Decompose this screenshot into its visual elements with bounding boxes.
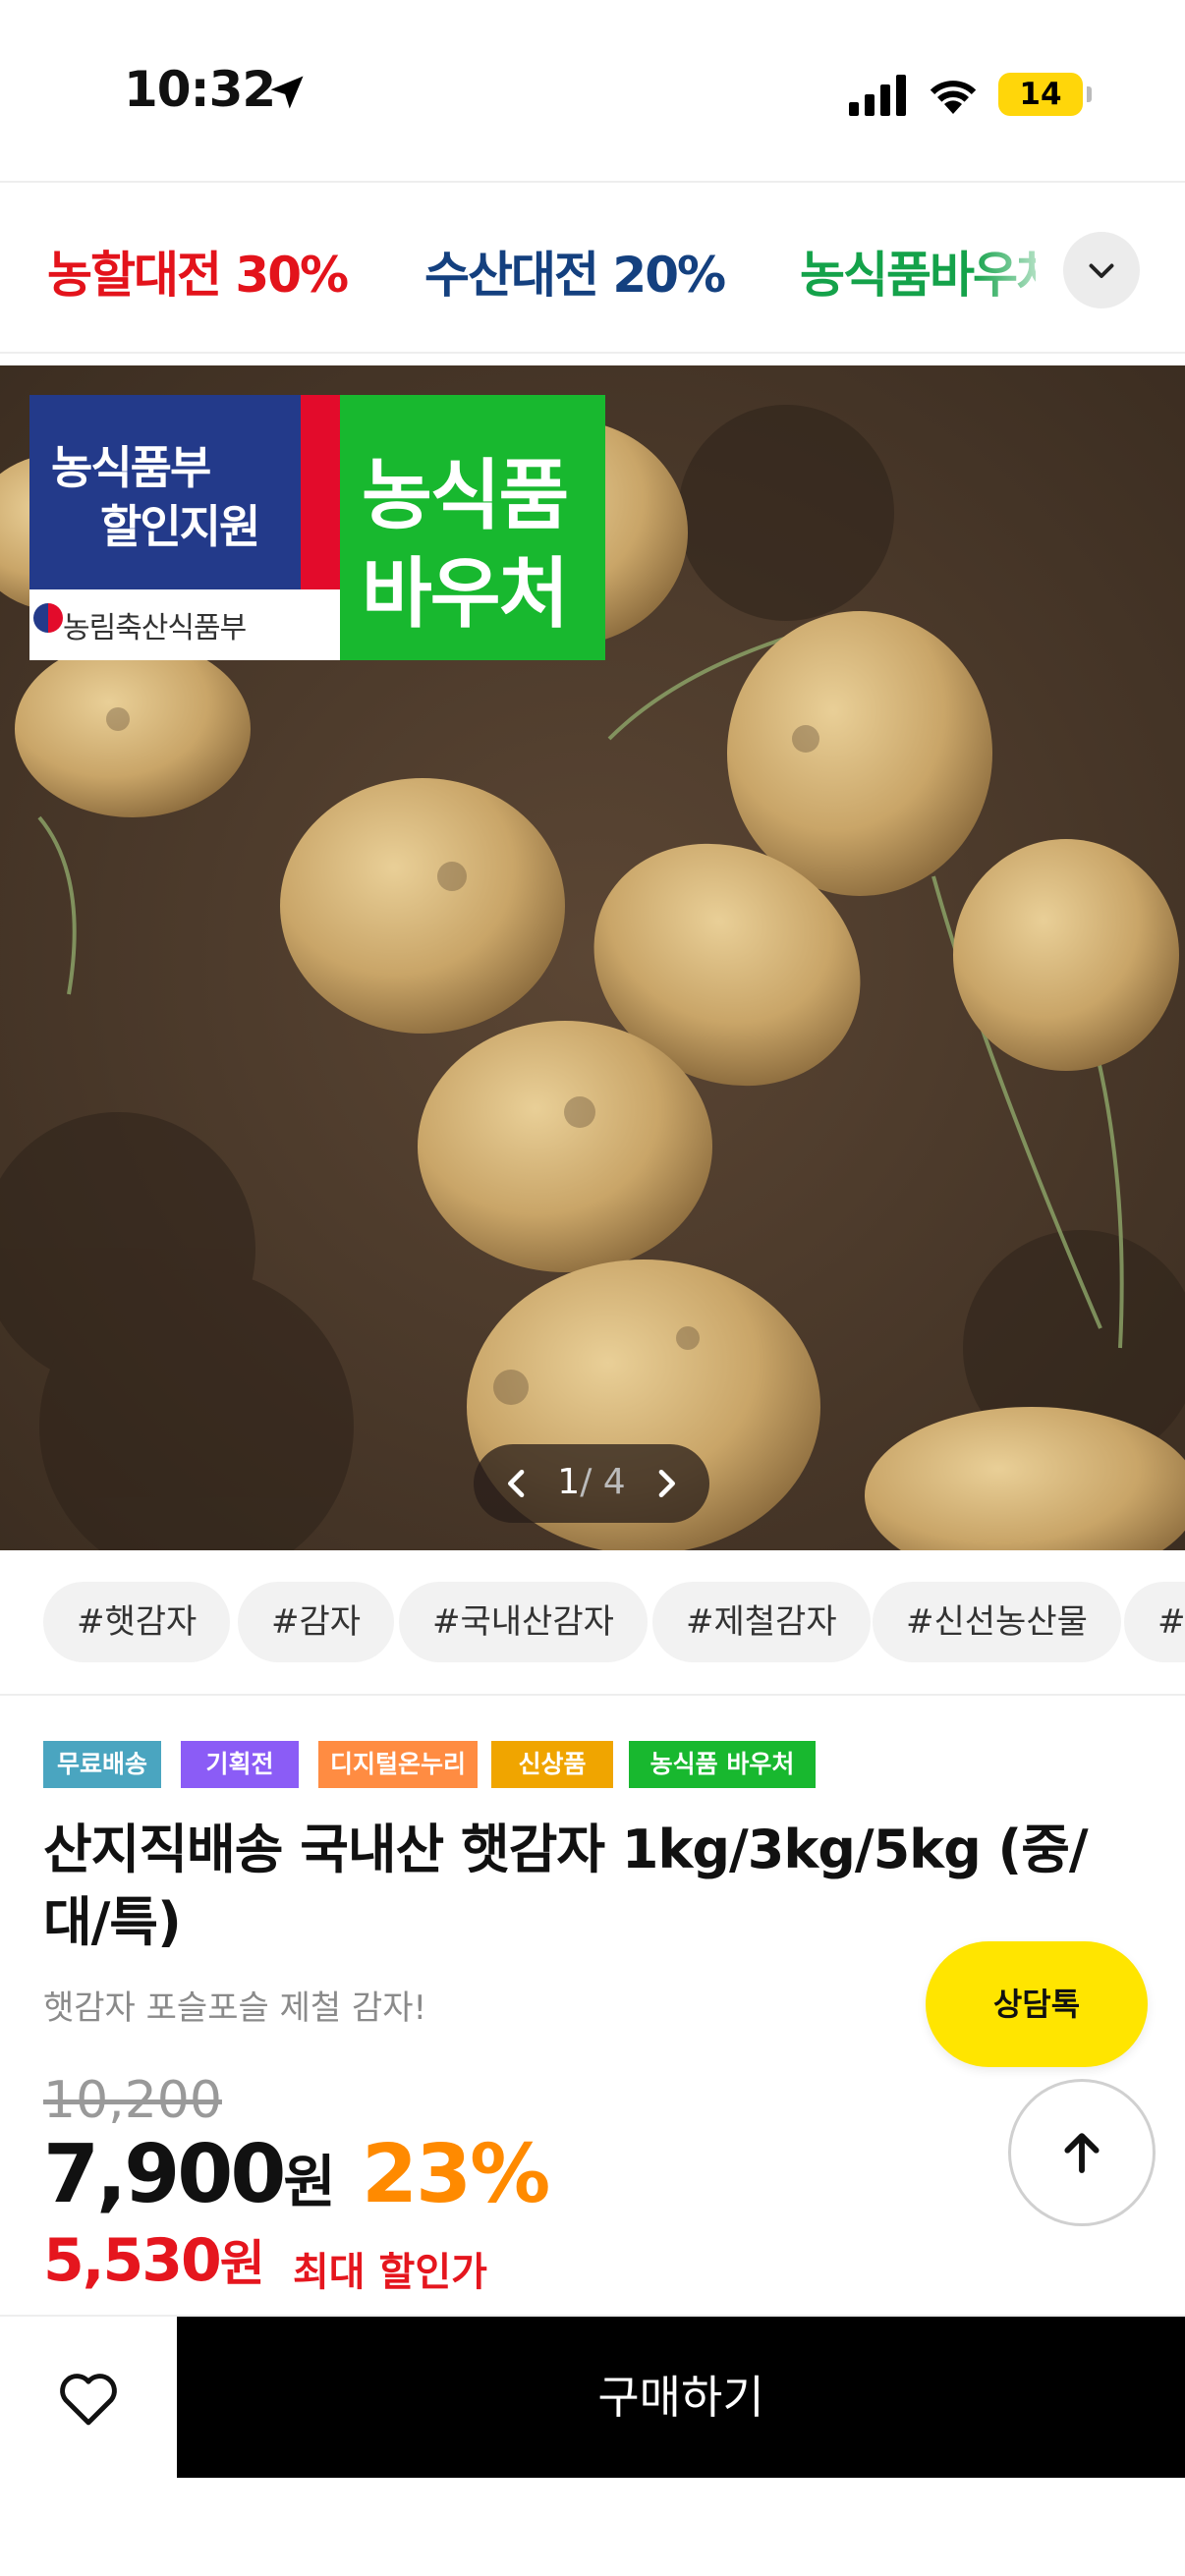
original-price: 10,200: [43, 2071, 222, 2130]
product-image[interactable]: 농식품부 할인지원 농림축산식품부 농식품 바우처 1/ 4: [0, 365, 1185, 1550]
max-discount-price: 5,530원: [43, 2224, 265, 2295]
promo-expand-button[interactable]: [1063, 232, 1140, 308]
max-discount-value: 5,530: [43, 2226, 222, 2295]
status-bar: 10:32 14: [0, 0, 1185, 183]
scroll-top-button[interactable]: [1008, 2079, 1156, 2226]
location-arrow-icon: [270, 76, 304, 109]
promo-tab-susan[interactable]: 수산대전 20%: [424, 236, 726, 307]
battery-level: 14: [1019, 77, 1062, 112]
tag-chip[interactable]: #제철감자: [652, 1582, 871, 1662]
heart-icon: [60, 2374, 117, 2426]
tag-chip[interactable]: #감자: [238, 1582, 395, 1662]
bottom-action-bar: 구매하기: [0, 2315, 1185, 2576]
badge-right-line1: 농식품: [362, 452, 569, 540]
label-free-shipping: 무료배송: [43, 1741, 161, 1788]
tag-chip[interactable]: #햇감자: [43, 1582, 231, 1662]
wishlist-button[interactable]: [0, 2317, 177, 2478]
promo-tabs: 농할대전 30% 수산대전 20% 농식품바우처: [0, 185, 1185, 354]
badge-left-stripe: [301, 395, 340, 589]
discount-support-badge: 농식품부 할인지원 농림축산식품부: [29, 395, 340, 660]
image-pager: 1/ 4: [474, 1444, 709, 1523]
chevron-down-icon: [1089, 263, 1114, 278]
label-new-product: 신상품: [491, 1741, 613, 1788]
voucher-badge: 농식품 바우처: [340, 395, 605, 660]
status-time: 10:32: [124, 61, 276, 118]
cellular-signal-icon: [849, 75, 906, 116]
badge-left-line1: 농식품부: [51, 441, 211, 494]
max-discount-unit: 원: [219, 2235, 265, 2292]
sale-price-value: 7,900: [43, 2128, 286, 2221]
buy-button[interactable]: 구매하기: [177, 2317, 1185, 2478]
badge-left-line2: 할인지원: [100, 500, 260, 553]
tag-chip[interactable]: #국내산: [1124, 1582, 1185, 1662]
arrow-up-icon: [1064, 2133, 1100, 2173]
pager-current: 1: [557, 1462, 581, 1502]
chevron-right-icon[interactable]: [647, 1464, 686, 1503]
discount-rate: 23%: [362, 2128, 550, 2221]
battery-charging-icon: 14: [998, 73, 1092, 116]
chat-button[interactable]: 상담톡: [926, 1941, 1148, 2067]
sale-price-unit: 원: [283, 2149, 335, 2215]
ministry-emblem-icon: [33, 603, 63, 633]
max-discount-label: 최대 할인가: [293, 2250, 487, 2295]
promo-tab-nonghal[interactable]: 농할대전 30%: [47, 236, 349, 307]
sale-price: 7,900원: [43, 2128, 336, 2221]
tag-chip[interactable]: #신선농산물: [873, 1582, 1121, 1662]
tag-chip[interactable]: #국내산감자: [399, 1582, 648, 1662]
pager-total: / 4: [580, 1462, 626, 1502]
product-title: 산지직배송 국내산 햇감자 1kg/3kg/5kg (중/대/특): [43, 1819, 1089, 1953]
product-subtitle: 햇감자 포슬포슬 제철 감자!: [43, 1988, 427, 2028]
badge-right-line2: 바우처: [362, 550, 569, 639]
label-digital-onnuri: 디지털온누리: [318, 1741, 478, 1788]
wifi-icon: [930, 81, 977, 114]
hashtag-list: #햇감자 #감자 #국내산감자 #제철감자 #신선농산물 #국내산: [0, 1550, 1185, 1696]
label-special-event: 기획전: [181, 1741, 299, 1788]
label-voucher: 농식품 바우처: [629, 1741, 816, 1788]
badge-left-top: 농식품부 할인지원: [29, 395, 301, 589]
badge-ministry-name: 농림축산식품부: [63, 611, 247, 645]
